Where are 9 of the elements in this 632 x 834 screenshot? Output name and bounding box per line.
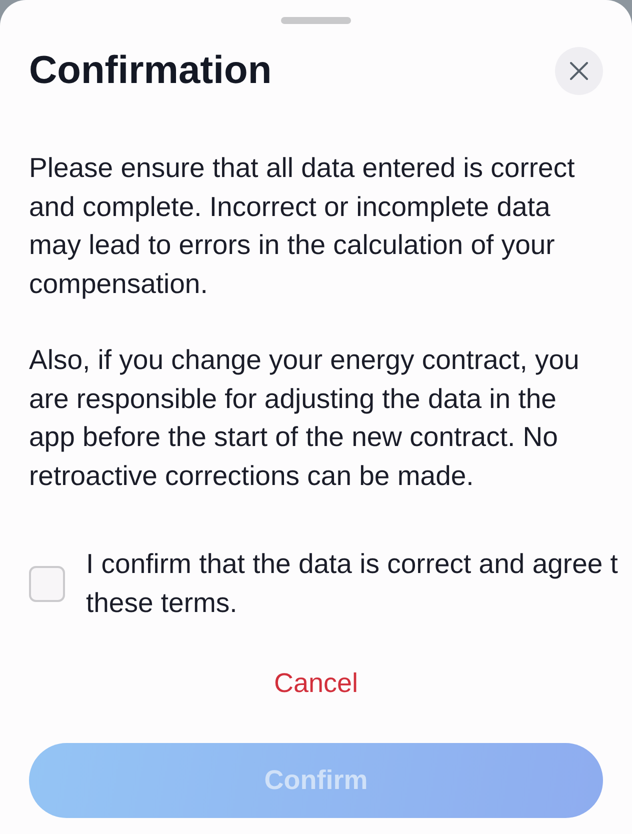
body-paragraph: Also, if you change your energy contract, you are responsible for adjusting the data in the app before the start of the new contract. No retroactive corrections can be made. — [29, 343, 580, 492]
close-button[interactable] — [555, 47, 603, 95]
sheet-title: Confirmation — [29, 50, 272, 92]
body-paragraph: Please ensure that all data entered is correct and complete. Incorrect or incomplete data may lead to errors in the calculation of your compensation. — [29, 151, 576, 301]
cancel-button[interactable]: Cancel — [258, 662, 374, 705]
agreement-label: I confirm that the data is correct and agree t these terms. — [86, 547, 619, 620]
drag-handle[interactable] — [281, 17, 351, 24]
close-icon — [570, 62, 588, 80]
checkbox[interactable] — [29, 566, 65, 602]
